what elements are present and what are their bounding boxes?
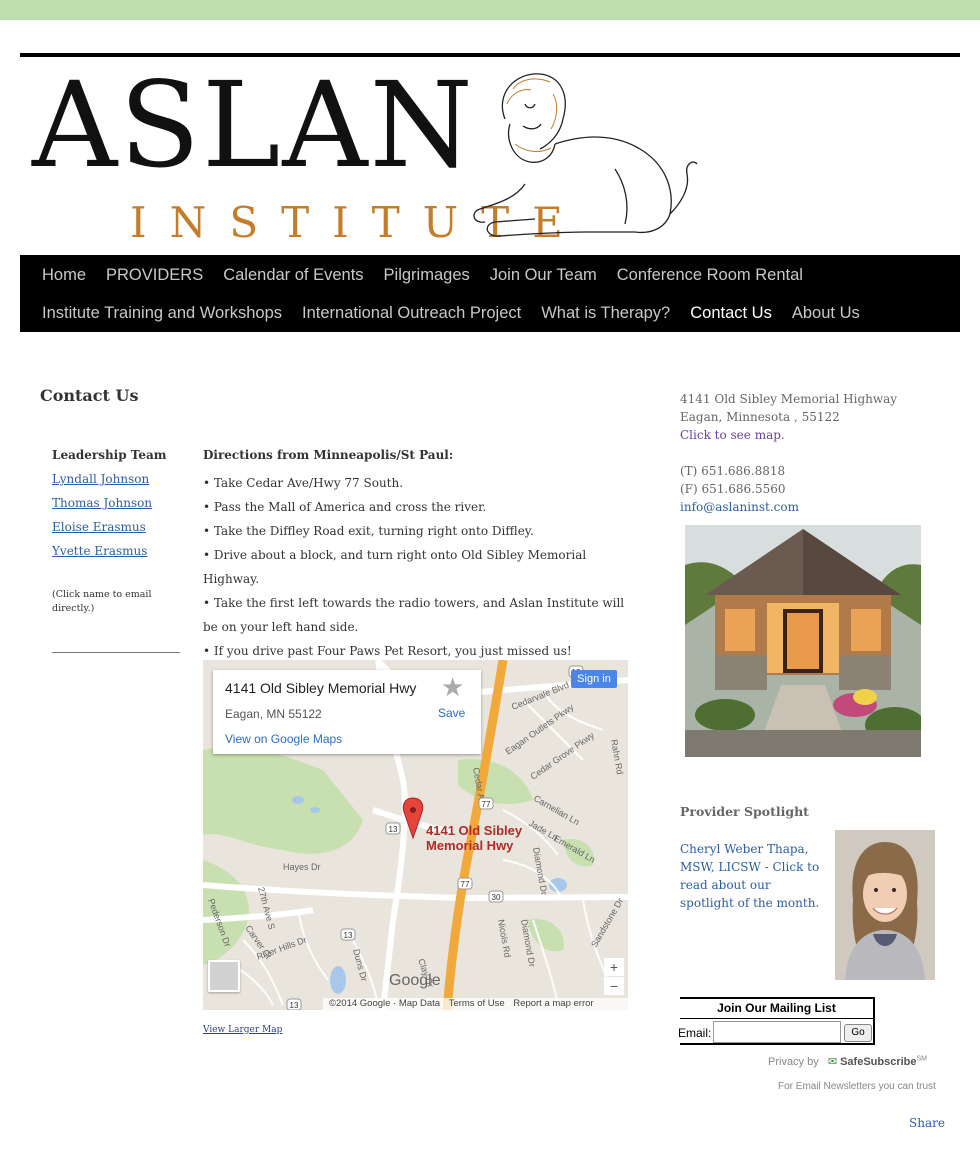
direction-step: • Pass the Mall of America and cross the… [203,500,487,514]
direction-step: • Take the first left towards the radio … [203,596,625,634]
direction-step: • Take Cedar Ave/Hwy 77 South. [203,476,404,490]
mailing-list-widget: Join Our Mailing List Email: Go [678,997,875,1045]
svg-text:13: 13 [344,931,353,940]
safesubscribe-label: SafeSubscribe [840,1056,917,1068]
mailing-list-email-input[interactable] [713,1021,841,1043]
map-zoom-out-button[interactable]: − [604,977,624,995]
nav-item-pilgrimages[interactable]: Pilgrimages [374,266,480,285]
mailing-list-go-button[interactable]: Go [844,1024,872,1042]
nav-item-contact-us[interactable]: Contact Us [680,304,782,323]
star-icon[interactable]: ★ [441,674,464,700]
map-satellite-toggle[interactable] [208,960,240,992]
embedded-google-map[interactable]: Cedarvale Blvd Eagan Outlets Pkwy Cedar … [203,660,628,1010]
address-line1: 4141 Old Sibley Memorial Highway [680,392,898,406]
map-sign-in-button[interactable]: Sign in [571,670,617,688]
map-card-address-line2: Eagan, MN 55122 [225,707,322,721]
nav-row-1: Home PROVIDERS Calendar of Events Pilgri… [32,266,813,285]
direction-step: • Take the Diffley Road exit, turning ri… [203,524,534,538]
leadership-divider [52,652,180,653]
nav-item-providers[interactable]: PROVIDERS [96,266,213,285]
directions-list: • Take Cedar Ave/Hwy 77 South. • Pass th… [203,471,628,663]
map-footer: ©2014 Google · Map Data Terms of Use Rep… [323,998,628,1010]
nav-item-join-our-team[interactable]: Join Our Team [480,266,607,285]
safesubscribe-badge[interactable]: Privacy by ✉ SafeSubscribeSM [768,1055,927,1068]
view-on-google-maps-link[interactable]: View on Google Maps [225,732,342,746]
privacy-by-label: Privacy by [768,1056,819,1068]
mailing-list-title: Join Our Mailing List [717,1001,836,1015]
address-line2: Eagan, Minnesota , 55122 [680,410,840,424]
safesubscribe-tagline: For Email Newsletters you can trust [778,1081,936,1092]
check-envelope-icon: ✉ [827,1056,838,1068]
leadership-heading: Leadership Team [52,448,167,462]
svg-text:Hayes Dr: Hayes Dr [283,862,321,872]
map-save-button[interactable]: Save [438,706,465,720]
nav-item-what-is-therapy[interactable]: What is Therapy? [531,304,680,323]
svg-text:30: 30 [492,893,501,902]
page-title: Contact Us [40,386,139,405]
provider-portrait[interactable] [835,830,935,980]
mailing-list-divider [680,1018,873,1019]
top-accent-bar [0,0,980,20]
main-navigation: Home PROVIDERS Calendar of Events Pilgri… [20,255,960,332]
leader-link-yvette-erasmus[interactable]: Yvette Erasmus [52,544,147,558]
view-larger-map-link[interactable]: View Larger Map [203,1025,282,1035]
directions-heading: Directions from Minneapolis/St Paul: [203,448,454,462]
map-report-error-link[interactable]: Report a map error [513,998,593,1009]
lion-icon [473,73,698,237]
fax-number: (F) 651.686.5560 [680,482,786,496]
svg-text:77: 77 [461,880,470,889]
nav-item-home[interactable]: Home [32,266,96,285]
email-link[interactable]: info@aslaninst.com [680,498,799,516]
share-link[interactable]: Share [909,1116,945,1130]
provider-spotlight-link[interactable]: Cheryl Weber Thapa, MSW, LICSW - Click t… [680,840,820,912]
svg-text:13: 13 [290,1001,299,1010]
map-marker-label-line1: 4141 Old Sibley [426,823,523,838]
map-marker-label-line2: Memorial Hwy [426,838,514,853]
map-card-address-line1: 4141 Old Sibley Memorial Hwy [225,680,417,696]
svg-text:77: 77 [482,800,491,809]
nav-item-conference-room-rental[interactable]: Conference Room Rental [607,266,813,285]
map-zoom-in-button[interactable]: + [604,958,624,976]
phone-number: (T) 651.686.8818 [680,464,786,478]
leadership-note: (Click name to email directly.) [52,589,152,614]
google-logo: Google [389,972,441,989]
site-logo[interactable]: ASLAN INSTITUTE [20,60,700,252]
nav-item-institute-training[interactable]: Institute Training and Workshops [32,304,292,323]
nav-row-2: Institute Training and Workshops Interna… [32,304,870,323]
mailing-list-email-label: Email: [678,1026,712,1040]
svg-text:13: 13 [389,825,398,834]
leader-link-thomas-johnson[interactable]: Thomas Johnson [52,496,152,510]
safesubscribe-sup: SM [916,1055,928,1063]
nav-item-about-us[interactable]: About Us [782,304,870,323]
provider-spotlight-heading: Provider Spotlight [680,804,809,819]
map-info-card: 4141 Old Sibley Memorial Hwy Eagan, MN 5… [213,670,481,754]
map-copyright: ©2014 Google · Map Data [329,998,441,1009]
building-photo [685,525,921,757]
direction-step: • Drive about a block, and turn right on… [203,548,587,586]
map-terms-link[interactable]: Terms of Use [449,998,505,1009]
leader-link-lyndall-johnson[interactable]: Lyndall Johnson [52,472,149,486]
nav-item-international-outreach[interactable]: International Outreach Project [292,304,531,323]
see-map-link[interactable]: Click to see map. [680,426,785,444]
leader-link-eloise-erasmus[interactable]: Eloise Erasmus [52,520,146,534]
logo-aslan-text: ASLAN [32,56,475,194]
nav-item-calendar-of-events[interactable]: Calendar of Events [213,266,373,285]
map-marker-label: 4141 Old Sibley Memorial Hwy [426,823,522,853]
